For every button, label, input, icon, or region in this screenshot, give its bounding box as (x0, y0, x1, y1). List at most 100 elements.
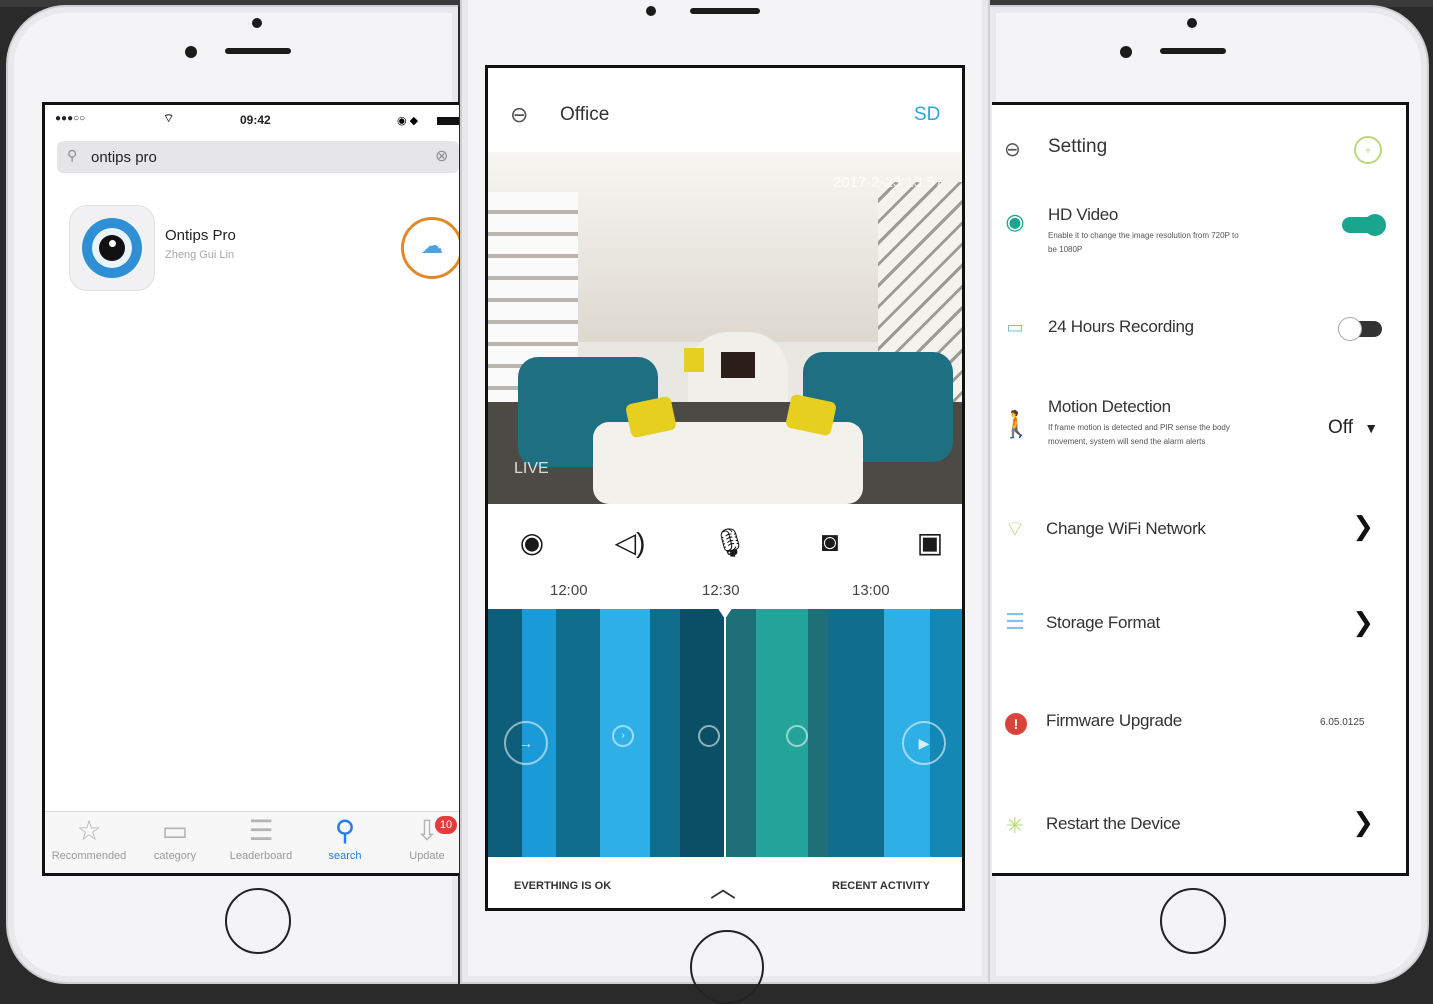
setting-title: Storage Format (1046, 613, 1160, 632)
tab-label: Recommended (51, 850, 127, 862)
info-icon[interactable]: + (1354, 136, 1382, 164)
sensor-dot (1187, 18, 1197, 28)
tab-label: Update (409, 850, 445, 862)
app-developer: Zheng Gui Lin (165, 249, 235, 261)
database-icon: ☰ (1005, 609, 1025, 634)
back-icon[interactable]: ⊖ (510, 102, 528, 128)
timeline-label: 12:30 (702, 582, 740, 599)
event-marker-icon[interactable] (786, 725, 808, 747)
hd-video-toggle[interactable] (1342, 214, 1386, 236)
setting-description: If frame motion is detected and PIR sens… (1048, 423, 1230, 446)
earpiece (1160, 48, 1226, 54)
chevron-right-icon[interactable]: ❯ (1352, 807, 1374, 838)
settings-title: Setting (1048, 136, 1108, 157)
tab-label: category (153, 850, 197, 862)
star-icon: ☆ (76, 815, 102, 846)
clear-icon[interactable]: ⊗ (435, 146, 448, 166)
recording-icon: ▭ (1006, 317, 1024, 337)
setting-description: Enable it to change the image resolution… (1048, 231, 1239, 254)
setting-title: Firmware Upgrade (1046, 711, 1182, 730)
home-button[interactable] (225, 888, 291, 954)
middle-screen: ⊖ Office SD 2017-2-23 13:57 LIVE ◉ ◁) 🎙 … (485, 65, 965, 911)
video-timestamp: 2017-2-23 13:57 (833, 174, 944, 191)
playhead-marker (717, 607, 733, 619)
firmware-version: 6.05.0125 (1320, 717, 1365, 728)
play-icon[interactable]: ▶ (902, 721, 946, 765)
back-icon[interactable]: ⊖ (1004, 137, 1021, 162)
search-input[interactable]: ontips pro (91, 149, 157, 166)
front-camera (1120, 46, 1132, 58)
home-button[interactable] (690, 930, 764, 1004)
status-time: 09:42 (240, 113, 271, 127)
prev-icon[interactable]: → (504, 721, 548, 765)
app-name[interactable]: Ontips Pro (165, 227, 236, 244)
battery-icon (437, 117, 459, 125)
timeline-playhead[interactable] (724, 609, 726, 857)
chevron-up-icon[interactable]: ︿ (710, 868, 736, 905)
setting-title: Change WiFi Network (1046, 519, 1206, 538)
eye-icon[interactable]: ◉ (512, 526, 552, 559)
signal-indicator: ●●●○○ (55, 113, 86, 124)
timeline-segment (724, 609, 756, 857)
status-text: EVERTHING IS OK (514, 880, 612, 892)
search-icon: ⚲ (334, 815, 356, 846)
camera-icon[interactable]: ◙ (810, 526, 850, 558)
tab-label: Leaderboard (229, 850, 293, 862)
recent-activity-link[interactable]: RECENT ACTIVITY (832, 880, 930, 892)
front-camera (185, 46, 197, 58)
lens-icon: ◉ (1005, 209, 1025, 234)
recording-toggle[interactable] (1338, 317, 1382, 341)
search-icon: ⚲ (67, 147, 78, 163)
left-screen: ●●●○○ ⌔ 09:42 ◉ ◆ ⚲ ontips pro ⊗ Ontips … (42, 102, 459, 876)
person-walking-icon: 🚶 (1000, 409, 1033, 439)
motion-select-value: Off (1328, 417, 1353, 438)
earpiece (690, 8, 760, 14)
cloud-download-icon[interactable]: ☁ (401, 217, 459, 279)
timeline[interactable]: → › ▶ (488, 607, 962, 857)
camera-title: Office (560, 104, 610, 125)
tab-recommended[interactable]: ☆ Recommended (47, 812, 131, 862)
motion-select[interactable]: Off ▼ (1328, 417, 1378, 439)
playback-icon[interactable]: ▣ (910, 526, 950, 559)
setting-title: HD Video (1048, 205, 1119, 224)
timeline-segment (808, 609, 828, 857)
timeline-segment (650, 609, 680, 857)
update-badge: 10 (435, 816, 457, 834)
setting-title: Motion Detection (1048, 397, 1171, 416)
wifi-icon: ⌔ (163, 111, 175, 125)
chevron-right-icon[interactable]: ❯ (1352, 511, 1374, 542)
app-icon[interactable] (69, 205, 155, 291)
live-label: LIVE (514, 460, 549, 477)
tab-category[interactable]: ▭ category (133, 812, 217, 862)
event-marker-icon[interactable]: › (612, 725, 634, 747)
loading-icon: ✳ (1005, 813, 1025, 838)
live-video[interactable]: 2017-2-23 13:57 LIVE (488, 152, 962, 504)
status-icons: ◉ ◆ (397, 115, 419, 127)
home-button[interactable] (1160, 888, 1226, 954)
tab-leaderboard[interactable]: ☰ Leaderboard (219, 812, 303, 862)
right-screen: ⊖ Setting + ◉ HD Video Enable it to chan… (992, 102, 1409, 876)
timeline-label: 13:00 (852, 582, 890, 599)
chevron-right-icon[interactable]: ❯ (1352, 607, 1374, 638)
chevron-down-icon: ▼ (1364, 420, 1379, 436)
list-icon: ☰ (248, 815, 274, 846)
speaker-icon[interactable]: ◁) (610, 526, 650, 559)
alert-icon: ! (1005, 713, 1027, 735)
setting-title: 24 Hours Recording (1048, 317, 1194, 336)
timeline-segment (828, 609, 884, 857)
sensor-dot (252, 18, 262, 28)
microphone-icon[interactable]: 🎙 (710, 526, 750, 559)
event-marker-icon[interactable] (698, 725, 720, 747)
quality-toggle[interactable]: SD (914, 104, 940, 126)
timeline-label: 12:00 (550, 582, 588, 599)
tab-label: search (328, 850, 362, 862)
category-icon: ▭ (161, 815, 189, 846)
tab-bar: ☆ Recommended ▭ category ☰ Leaderboard ⚲… (45, 811, 459, 873)
search-bar[interactable]: ⚲ ontips pro ⊗ (57, 141, 459, 173)
front-camera (646, 6, 656, 16)
wifi-icon: ⌔ (1004, 516, 1026, 541)
earpiece (225, 48, 291, 54)
tab-search[interactable]: ⚲ search (303, 812, 387, 862)
setting-title: Restart the Device (1046, 814, 1181, 833)
timeline-segment (556, 609, 600, 857)
